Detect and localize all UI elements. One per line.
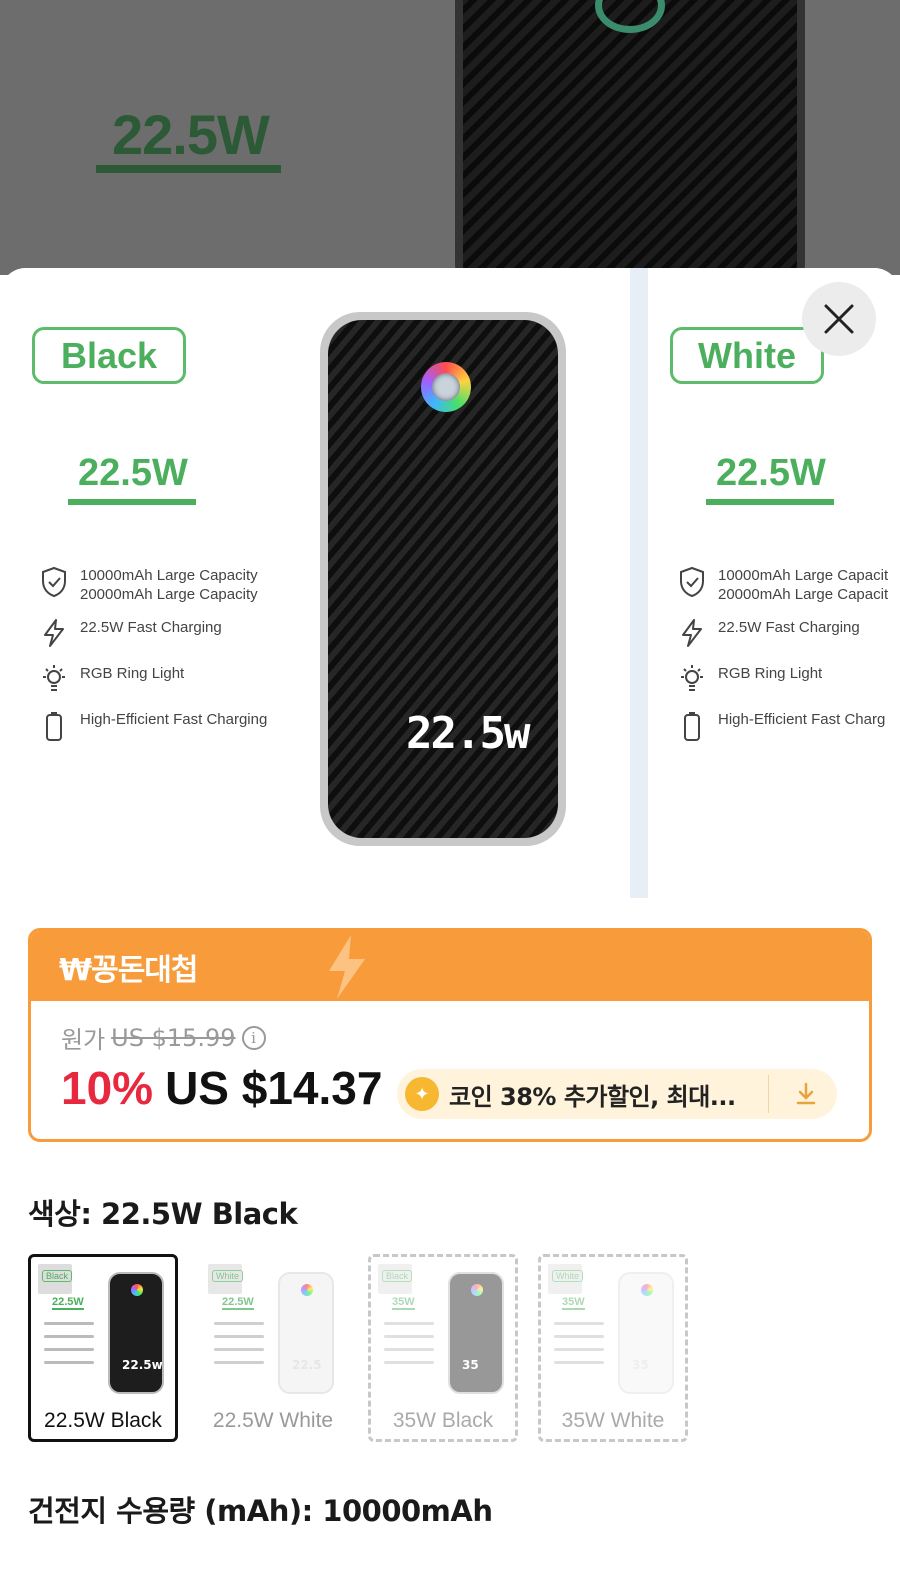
promo-price-box: ₩꽁돈대첩 원가 US $15.99 i 10% US $14.37 ✦ 코인 … xyxy=(28,928,872,1142)
info-icon[interactable]: i xyxy=(241,1025,266,1050)
feature-text: 10000mAh Large Capacity xyxy=(80,567,258,584)
color-tag: Black xyxy=(32,327,186,384)
rgb-ring-light xyxy=(421,362,471,412)
original-price-label: 원가 xyxy=(61,1026,106,1054)
battery-icon xyxy=(46,712,62,741)
option-thumbnail: White 35W 35 xyxy=(544,1260,682,1398)
background-page: 22.5W xyxy=(0,0,900,275)
coin-discount-button[interactable]: ✦ 코인 38% 추가할인, 최대... xyxy=(397,1069,837,1119)
lightning-icon xyxy=(44,619,64,647)
feature-fast-charging: 22.5W Fast Charging xyxy=(40,618,222,648)
wattage-underline xyxy=(706,499,834,505)
background-underline xyxy=(96,165,281,173)
light-bulb-icon xyxy=(681,665,703,691)
option-label: 35W White xyxy=(561,1409,665,1432)
feature-text: High-Efficient Fast Charging xyxy=(80,711,268,728)
wattage-underline xyxy=(68,499,196,505)
shield-check-icon xyxy=(42,566,66,598)
background-product-image xyxy=(455,0,805,275)
color-option-35w-white[interactable]: White 35W 35 35W White xyxy=(538,1254,688,1442)
feature-text: 22.5W Fast Charging xyxy=(80,619,222,636)
color-section-title: 색상: 22.5W Black xyxy=(28,1197,298,1231)
sale-price: US $14.37 xyxy=(165,1062,383,1114)
wattage-label: 22.5W xyxy=(716,452,826,494)
light-bulb-icon xyxy=(43,665,65,691)
feature-capacity: 10000mAh Large Capacity 20000mAh Large C… xyxy=(40,566,258,604)
color-option-22-5w-black[interactable]: Black 22.5W 22.5w 22.5W Black xyxy=(28,1254,178,1442)
option-label: 35W Black xyxy=(392,1409,494,1432)
option-thumbnail: Black 22.5W 22.5w xyxy=(34,1260,172,1398)
promo-title: ₩꽁돈대첩 xyxy=(59,953,198,988)
sale-price-row: 10% US $14.37 xyxy=(61,1061,382,1115)
feature-efficient: High-Efficient Fast Charging xyxy=(40,710,267,742)
feature-text: 10000mAh Large Capacit xyxy=(718,567,889,584)
wattage-label: 22.5W xyxy=(78,452,188,494)
power-display: 22.5w xyxy=(406,708,530,759)
feature-ring-light: RGB Ring Light xyxy=(678,664,822,694)
feature-text: RGB Ring Light xyxy=(718,665,823,682)
feature-ring-light: RGB Ring Light xyxy=(40,664,184,694)
sku-selector-sheet: Black 22.5W 10000mAh Large Capacity 2000… xyxy=(0,268,900,1595)
feature-fast-charging: 22.5W Fast Charging xyxy=(678,618,860,648)
product-image: 22.5w xyxy=(320,312,566,846)
slide-divider xyxy=(630,268,648,898)
original-price-row: 원가 US $15.99 i xyxy=(61,1020,266,1055)
feature-text: 20000mAh Large Capacit xyxy=(718,586,889,603)
carousel-slide-white: White 22.5W 10000mAh Large Capacit 20000… xyxy=(648,268,900,898)
lightning-icon xyxy=(682,619,702,647)
battery-icon xyxy=(684,712,700,741)
feature-efficient: High-Efficient Fast Charg xyxy=(678,710,885,742)
product-image-carousel[interactable]: Black 22.5W 10000mAh Large Capacity 2000… xyxy=(0,268,900,898)
feature-text: High-Efficient Fast Charg xyxy=(718,711,886,728)
discount-percent: 10% xyxy=(61,1062,154,1114)
option-thumbnail: Black 35W 35 xyxy=(374,1260,512,1398)
option-thumbnail: White 22.5W 22.5 xyxy=(204,1260,342,1398)
original-price: US $15.99 xyxy=(111,1023,236,1052)
option-label: 22.5W Black xyxy=(44,1409,162,1432)
option-label: 22.5W White xyxy=(212,1409,334,1432)
shield-check-icon xyxy=(680,566,704,598)
capacity-section-title: 건전지 수용량 (mAh): 10000mAh xyxy=(28,1494,493,1528)
color-option-22-5w-white[interactable]: White 22.5W 22.5 22.5W White xyxy=(198,1254,348,1442)
download-icon xyxy=(796,1082,816,1105)
close-button[interactable] xyxy=(802,282,876,356)
coin-divider xyxy=(768,1075,769,1113)
coin-icon: ✦ xyxy=(405,1077,439,1111)
lightning-icon xyxy=(329,935,365,999)
feature-text: 20000mAh Large Capacity xyxy=(80,586,258,603)
carousel-slide-black: Black 22.5W 10000mAh Large Capacity 2000… xyxy=(0,268,630,898)
close-icon xyxy=(824,304,854,334)
color-options: Black 22.5W 22.5w 22.5W Black White 22.5… xyxy=(28,1254,688,1442)
background-watt: 22.5W xyxy=(112,103,270,166)
color-option-35w-black[interactable]: Black 35W 35 35W Black xyxy=(368,1254,518,1442)
feature-text: 22.5W Fast Charging xyxy=(718,619,860,636)
coin-discount-text: 코인 38% 추가할인, 최대... xyxy=(449,1082,736,1111)
promo-header: ₩꽁돈대첩 xyxy=(31,931,869,1001)
feature-text: RGB Ring Light xyxy=(80,665,185,682)
feature-capacity: 10000mAh Large Capacit 20000mAh Large Ca… xyxy=(678,566,888,604)
color-tag: White xyxy=(670,327,824,384)
